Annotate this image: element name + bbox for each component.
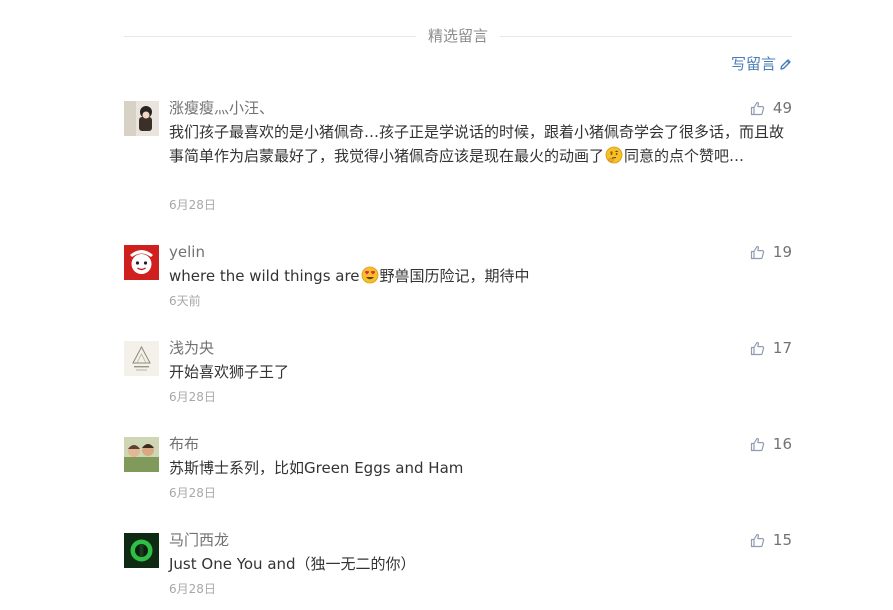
- comment-nickname: 涨瘦瘦灬小汪、: [169, 99, 275, 117]
- write-comment-label[interactable]: 写留言: [731, 54, 776, 74]
- thumbs-up-icon[interactable]: [750, 533, 765, 548]
- comment-date: 6月28日: [169, 582, 216, 596]
- like-count: 15: [772, 531, 792, 549]
- comment-text: where the wild things are: [169, 267, 360, 285]
- avatar: [124, 533, 159, 568]
- comment-content: 苏斯博士系列，比如Green Eggs and Ham: [169, 459, 464, 477]
- thumbs-up-icon[interactable]: [750, 245, 765, 260]
- comment-item: 布布 16 苏斯博士系列，比如Green Eggs and Ham 6月28日: [124, 435, 792, 507]
- comment-text-continued: 野兽国历险记，期待中: [379, 267, 530, 285]
- comment-text-continued: 同意的点个赞吧…: [624, 147, 745, 165]
- like-count: 19: [772, 243, 792, 261]
- like-button[interactable]: 15: [750, 529, 792, 551]
- avatar: [124, 437, 159, 472]
- pencil-icon[interactable]: [779, 58, 792, 71]
- thinking-emoji-icon: [605, 146, 623, 164]
- avatar: [124, 101, 159, 136]
- thumbs-up-icon[interactable]: [750, 341, 765, 356]
- comment-content: 我们孩子最喜欢的是小猪佩奇…孩子正是学说话的时候，跟着小猪佩奇学会了很多话，而且…: [169, 120, 789, 168]
- like-button[interactable]: 16: [750, 433, 792, 455]
- like-count: 49: [772, 99, 792, 117]
- comment-nickname: yelin: [169, 243, 205, 261]
- avatar: [124, 341, 159, 376]
- comment-nickname: 浅为央: [169, 339, 215, 357]
- like-count: 16: [772, 435, 792, 453]
- comment-content: 开始喜欢狮子王了: [169, 363, 290, 381]
- comment-nickname: 马门西龙: [169, 531, 230, 549]
- like-button[interactable]: 49: [750, 97, 792, 119]
- comment-content: Just One You and（独一无二的你）: [169, 555, 416, 573]
- comment-item: 浅为央 17 开始喜欢狮子王了 6月28日: [124, 339, 792, 411]
- section-header: 精选留言: [124, 26, 792, 46]
- like-button[interactable]: 17: [750, 337, 792, 359]
- write-comment-button[interactable]: 写留言: [731, 54, 792, 74]
- like-count: 17: [772, 339, 792, 357]
- comment-item: 马门西龙 15 Just One You and（独一无二的你） 6月28日: [124, 531, 792, 603]
- thumbs-up-icon[interactable]: [750, 437, 765, 452]
- comment-item: 涨瘦瘦灬小汪、 49 我们孩子最喜欢的是小猪佩奇…孩子正是学说话的时候，跟着小猪…: [124, 99, 792, 216]
- thumbs-up-icon[interactable]: [750, 101, 765, 116]
- comment-item: yelin 19 where the wild things are 野兽国历险…: [124, 243, 792, 315]
- comment-date: 6天前: [169, 294, 201, 308]
- avatar: [124, 245, 159, 280]
- like-button[interactable]: 19: [750, 241, 792, 263]
- comment-nickname: 布布: [169, 435, 200, 453]
- divider-right: [500, 36, 792, 37]
- comment-date: 6月28日: [169, 198, 216, 212]
- comment-date: 6月28日: [169, 390, 216, 404]
- heart-eyes-emoji-icon: [361, 266, 378, 284]
- comment-date: 6月28日: [169, 486, 216, 500]
- comment-content: where the wild things are 野兽国历险记，期待中: [169, 264, 789, 288]
